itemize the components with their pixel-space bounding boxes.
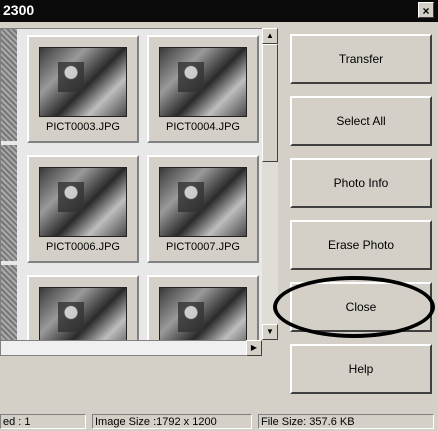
thumbnail-filename: PICT0007.JPG — [166, 241, 240, 253]
thumbnail-item[interactable] — [27, 275, 139, 341]
scroll-down-button[interactable]: ▼ — [262, 324, 278, 340]
photo-thumbnail — [159, 47, 247, 117]
scroll-thumb[interactable] — [262, 44, 278, 162]
thumbnail-filename: PICT0004.JPG — [166, 121, 240, 133]
horizontal-scrollbar[interactable]: ▶ — [0, 340, 278, 356]
photo-thumbnail — [159, 287, 247, 341]
select-all-button[interactable]: Select All — [290, 96, 432, 146]
thumbnail-filename: PICT0003.JPG — [46, 121, 120, 133]
transfer-button[interactable]: Transfer — [290, 34, 432, 84]
highlight-circle — [273, 276, 435, 338]
photo-info-button[interactable]: Photo Info — [290, 158, 432, 208]
thumbnail-grid: PICT0003.JPG PICT0004.JPG PICT0006.JPG P… — [0, 28, 263, 341]
status-selected: ed : 1 — [0, 414, 86, 429]
status-bar: ed : 1 Image Size :1792 x 1200 File Size… — [0, 412, 438, 431]
thumbnail-item[interactable]: PICT0006.JPG — [27, 155, 139, 263]
status-image-size: Image Size :1792 x 1200 — [92, 414, 252, 429]
photo-thumbnail — [39, 287, 127, 341]
photo-thumbnail — [39, 47, 127, 117]
help-button[interactable]: Help — [290, 344, 432, 394]
thumbnail-item[interactable]: PICT0003.JPG — [27, 35, 139, 143]
thumbnail-filename: PICT0006.JPG — [46, 241, 120, 253]
photo-thumbnail — [159, 167, 247, 237]
thumbnail-item[interactable]: PICT0007.JPG — [147, 155, 259, 263]
thumbnail-item[interactable]: PICT0004.JPG — [147, 35, 259, 143]
photo-thumbnail — [39, 167, 127, 237]
erase-photo-button[interactable]: Erase Photo — [290, 220, 432, 270]
window-title: 2300 — [3, 2, 35, 18]
scroll-up-button[interactable]: ▲ — [262, 28, 278, 44]
status-file-size: File Size: 357.6 KB — [258, 414, 434, 429]
window-close-button[interactable]: × — [418, 2, 434, 18]
left-scroll-strip — [1, 29, 17, 341]
horizontal-scroll-track[interactable] — [0, 340, 248, 356]
scroll-right-button[interactable]: ▶ — [246, 340, 262, 356]
vertical-scrollbar[interactable]: ▲ ▼ — [262, 28, 278, 340]
title-bar: 2300 × — [0, 0, 438, 22]
thumbnail-item[interactable] — [147, 275, 259, 341]
